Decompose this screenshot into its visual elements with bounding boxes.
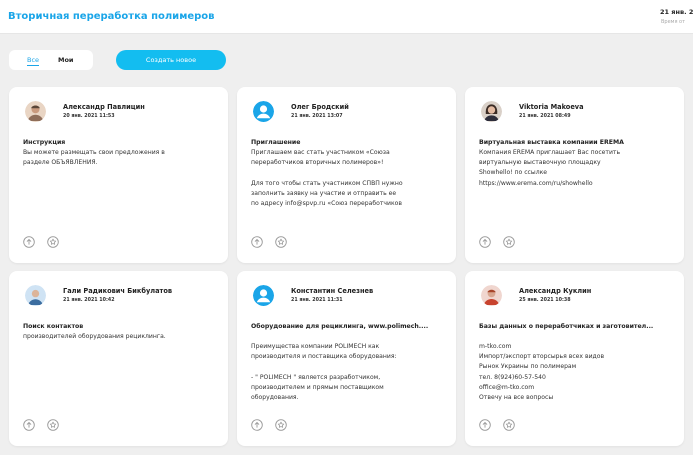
author-name[interactable]: Олег Бродский: [291, 103, 349, 111]
post-body: Компания EREMA приглашает Вас посетить ви…: [479, 148, 679, 189]
body-line: Импорт/экспорт вторсырья всех видов: [479, 353, 605, 361]
body-line: Компания EREMA приглашает Вас посетить: [479, 149, 621, 156]
post-title[interactable]: Виртуальная выставка компании EREMA: [479, 138, 679, 148]
app-title[interactable]: Вторичная переработка полимеров: [8, 11, 215, 22]
share-icon[interactable]: [479, 419, 491, 431]
body-line: Для того чтобы стать участником СПВП нуж…: [251, 179, 403, 187]
body-line: оборудования.: [251, 394, 299, 401]
body-line: Вы можете размещать свои предложения в: [23, 149, 165, 156]
post-card[interactable]: Константин Селезнев 21 янв. 2021 11:31 Обо…: [237, 271, 456, 446]
author-name[interactable]: Viktoria Makoeva: [519, 103, 584, 111]
top-bar: Вторичная переработка полимеров 21 янв. …: [0, 0, 693, 34]
body-line: https://www.erema.com/ru/showhello: [479, 179, 593, 187]
author-name[interactable]: Александр Куклин: [519, 287, 591, 295]
body-line: разделе ОБЪЯВЛЕНИЯ.: [23, 159, 98, 167]
post-date: 21 янв. 2021 11:31: [291, 298, 343, 303]
favorite-star-icon[interactable]: [275, 236, 287, 248]
avatar[interactable]: [25, 285, 46, 306]
post-body: Приглашаем вас стать участником «Союза пе…: [251, 148, 451, 209]
author-name[interactable]: Константин Селезнев: [291, 287, 373, 295]
post-date: 21 янв. 2021 10:42: [63, 298, 115, 303]
post-date: 21 янв. 2021 13:07: [291, 114, 343, 119]
post-body: m-tko.com Импорт/экспорт вторсырья всех в…: [479, 342, 679, 403]
body-line: виртуальную выставочную площадку: [479, 159, 601, 167]
post-date: 25 янв. 2021 10:38: [519, 298, 571, 303]
body-line: заполнить заявку на участие и отправить …: [251, 189, 397, 197]
body-line: тел. 8(924)60-57-540: [479, 373, 546, 381]
filter-switch: Все Мои: [9, 50, 93, 70]
avatar[interactable]: [481, 285, 502, 306]
body-line: производителей оборудования рециклинга.: [23, 333, 166, 340]
body-line: Приглашаем вас стать участником «Союза: [251, 149, 390, 156]
post-title[interactable]: Базы данных о переработчиках и заготовит…: [479, 322, 679, 332]
avatar[interactable]: [25, 101, 46, 122]
post-body: Вы можете размещать свои предложения в ра…: [23, 148, 223, 168]
share-icon[interactable]: [479, 236, 491, 248]
body-line: m-tko.com: [479, 343, 512, 350]
body-line: по адресу info@spvp.ru «Союз переработчи…: [251, 200, 402, 207]
post-date: 21 янв. 2021 08:49: [519, 114, 571, 119]
post-card[interactable]: Viktoria Makoeva 21 янв. 2021 08:49 Виртуа…: [465, 87, 684, 263]
body-line: - " POLIMECH " является разработчиком,: [251, 373, 381, 381]
author-name[interactable]: Александр Павлицин: [63, 103, 145, 111]
create-new-button[interactable]: Создать новое: [116, 50, 226, 70]
post-card[interactable]: Александр Куклин 25 янв. 2021 10:38 Базы д…: [465, 271, 684, 446]
header-date: 21 янв. 2: [660, 8, 693, 16]
favorite-star-icon[interactable]: [47, 236, 59, 248]
body-line: производителем и прямым поставщиком: [251, 383, 384, 391]
post-title[interactable]: Оборудование для рециклинга, www.polimec…: [251, 322, 451, 332]
tab-mine[interactable]: Мои: [58, 56, 74, 64]
post-title[interactable]: Поиск контактов: [23, 322, 223, 332]
body-line: переработчиков вторичных полимеров»!: [251, 159, 384, 167]
body-line: производителя и поставщика оборудования:: [251, 353, 397, 361]
body-line: Отвечу на все вопросы: [479, 394, 554, 402]
tab-all[interactable]: Все: [27, 56, 40, 66]
post-card[interactable]: Олег Бродский 21 янв. 2021 13:07 Приглашен…: [237, 87, 456, 263]
body-gap: [251, 362, 451, 372]
favorite-star-icon[interactable]: [503, 419, 515, 431]
body-line: office@m-tko.com: [479, 383, 535, 391]
body-gap: [251, 168, 451, 178]
body-line: Рынок Украины по полимерам: [479, 363, 577, 371]
favorite-star-icon[interactable]: [503, 236, 515, 248]
share-icon[interactable]: [23, 419, 35, 431]
header-subtitle: Время от: [661, 19, 686, 25]
post-body: Преимущества компании POLIMECH как произв…: [251, 342, 451, 403]
post-card[interactable]: Александр Павлицин 20 янв. 2021 11:53 Инст…: [9, 87, 228, 263]
share-icon[interactable]: [251, 419, 263, 431]
share-icon[interactable]: [251, 236, 263, 248]
favorite-star-icon[interactable]: [47, 419, 59, 431]
body-line: Преимущества компании POLIMECH как: [251, 343, 380, 350]
post-title[interactable]: Инструкция: [23, 138, 223, 148]
post-card[interactable]: Гали Радикович Бикбулатов 21 янв. 2021 10…: [9, 271, 228, 446]
user-avatar-icon[interactable]: [253, 285, 274, 306]
avatar[interactable]: [481, 101, 502, 122]
user-avatar-icon[interactable]: [253, 101, 274, 122]
post-body: производителей оборудования рециклинга.: [23, 332, 223, 342]
share-icon[interactable]: [23, 236, 35, 248]
author-name[interactable]: Гали Радикович Бикбулатов: [63, 287, 172, 295]
post-title[interactable]: Приглашение: [251, 138, 451, 148]
post-date: 20 янв. 2021 11:53: [63, 114, 115, 119]
favorite-star-icon[interactable]: [275, 419, 287, 431]
body-line: Showhello! по ссылке: [479, 169, 548, 177]
